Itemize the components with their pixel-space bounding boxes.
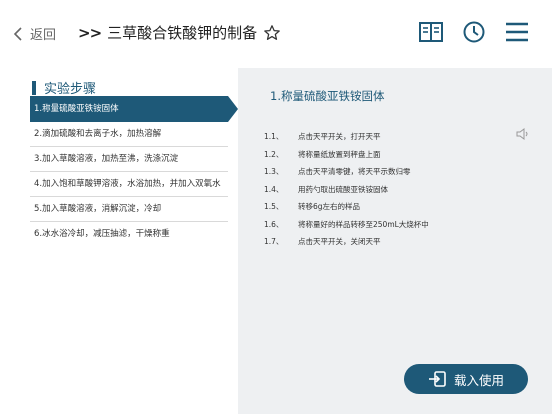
header-actions — [418, 20, 530, 44]
substep-number: 1.1、 — [264, 132, 284, 141]
top-bar: 返回 >> 三草酸合铁酸钾的制备 — [0, 0, 552, 66]
section-marker — [32, 80, 36, 95]
substep-text: 点击天平清零键，将天平示数归零 — [298, 167, 411, 176]
chevron-left-icon — [13, 26, 22, 41]
substep-list: 1.1、 点击天平开关，打开天平 1.2、 将称量纸放置到秤盘上面 1.3、 点击天平… — [264, 128, 514, 251]
substep-item: 1.1、 点击天平开关，打开天平 — [264, 128, 514, 146]
substep-item: 1.5、 转移6g左右的样品 — [264, 198, 514, 216]
back-button[interactable]: 返回 — [10, 24, 56, 43]
substep-text: 转移6g左右的样品 — [298, 202, 361, 211]
substep-number: 1.7、 — [264, 237, 284, 246]
section-title: 实验步骤 — [44, 82, 97, 97]
substep-text: 将称量纸放置到秤盘上面 — [298, 149, 381, 159]
substep-item: 1.3、 点击天平清零键，将天平示数归零 — [264, 163, 514, 181]
step-item-4[interactable]: 4.加入饱和草酸钾溶液，水浴加热，并加入双氧水 — [30, 172, 228, 197]
back-label: 返回 — [30, 28, 57, 43]
step-list: 1.称量硫酸亚铁铵固体 2.滴加硫酸和去离子水，加热溶解 3.加入草酸溶液，加热… — [30, 96, 238, 246]
substep-item: 1.2、 将称量纸放置到秤盘上面 — [264, 146, 514, 164]
step-item-2[interactable]: 2.滴加硫酸和去离子水，加热溶解 — [30, 122, 228, 147]
speaker-icon[interactable] — [516, 128, 530, 140]
step-item-1[interactable]: 1.称量硫酸亚铁铵固体 — [30, 96, 238, 122]
book-icon[interactable] — [418, 20, 444, 44]
login-icon — [428, 371, 446, 387]
load-use-label: 载入使用 — [453, 372, 504, 388]
substep-number: 1.4、 — [264, 184, 284, 194]
substep-text: 将称量好的样品转移至250mL大烧杯中 — [298, 219, 429, 229]
substep-number: 1.2、 — [264, 149, 284, 159]
substep-text: 用药勺取出硫酸亚铁铵固体 — [298, 184, 388, 194]
star-icon[interactable] — [263, 24, 281, 42]
load-use-button[interactable]: 载入使用 — [404, 364, 528, 394]
step-detail-panel: 1.称量硫酸亚铁铵固体 1.1、 点击天平开关，打开天平 1.2、 将称量纸放置到秤… — [238, 68, 552, 414]
step-detail-title: 1.称量硫酸亚铁铵固体 — [270, 89, 385, 103]
menu-icon[interactable] — [504, 20, 530, 44]
title-area: >> 三草酸合铁酸钾的制备 — [78, 22, 281, 43]
substep-number: 1.3、 — [264, 167, 284, 176]
substep-number: 1.6、 — [264, 219, 284, 229]
page-title: 三草酸合铁酸钾的制备 — [107, 24, 258, 42]
step-item-3[interactable]: 3.加入草酸溶液，加热至沸，洗涤沉淀 — [30, 147, 228, 172]
step-item-6[interactable]: 6.冰水浴冷却，减压抽滤，干燥称重 — [30, 222, 228, 246]
step-item-5[interactable]: 5.加入草酸溶液，消解沉淀，冷却 — [30, 197, 228, 222]
substep-item: 1.4、 用药勺取出硫酸亚铁铵固体 — [264, 181, 514, 199]
section-header: 实验步骤 — [32, 78, 96, 97]
steps-panel: 实验步骤 1.称量硫酸亚铁铵固体 2.滴加硫酸和去离子水，加热溶解 3.加入草酸… — [0, 68, 238, 414]
title-arrows: >> — [78, 23, 102, 42]
substep-text: 点击天平开关，打开天平 — [298, 132, 381, 141]
substep-number: 1.5、 — [264, 202, 284, 211]
clock-icon[interactable] — [462, 20, 486, 44]
substep-item: 1.7、 点击天平开关，关闭天平 — [264, 233, 514, 251]
substep-item: 1.6、 将称量好的样品转移至250mL大烧杯中 — [264, 216, 514, 234]
substep-text: 点击天平开关，关闭天平 — [298, 237, 381, 246]
